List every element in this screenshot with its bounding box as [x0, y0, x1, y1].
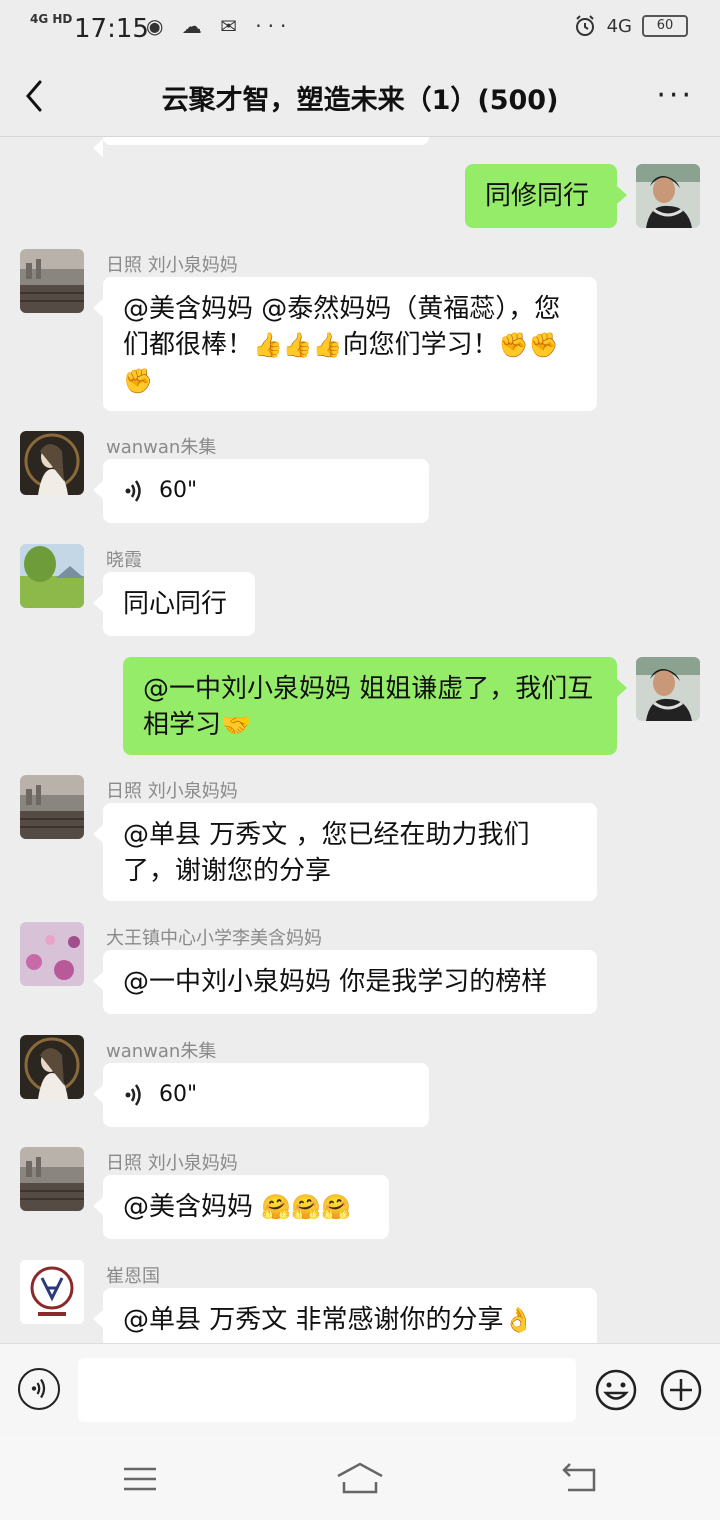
voice-duration: 60" — [159, 478, 198, 503]
voice-message-bubble[interactable]: 60" — [93, 1063, 429, 1127]
chat-header: 云聚才智，塑造未来（1）(500) ··· — [0, 56, 720, 137]
avatar[interactable] — [636, 657, 700, 721]
home-icon[interactable] — [334, 1460, 386, 1496]
voice-wave-icon — [31, 1378, 46, 1399]
avatar[interactable] — [20, 922, 84, 986]
message-bubble[interactable]: @一中刘小泉妈妈 姐姐谦虚了，我们互相学习🤝 — [123, 657, 627, 755]
message-list[interactable]: 同修同行 日照 刘小泉妈妈 @美含妈妈 @泰然妈妈（黄福蕊），您们都很棒！👍👍👍… — [0, 137, 720, 1343]
message-text: 同心同行 — [123, 589, 228, 619]
menu-icon[interactable] — [122, 1466, 158, 1492]
avatar[interactable] — [20, 1260, 84, 1324]
back-icon[interactable] — [560, 1462, 600, 1494]
sender-name: 日照 刘小泉妈妈 — [106, 1153, 238, 1174]
voice-wave-icon — [125, 480, 141, 502]
message-text: 同修同行 — [485, 181, 590, 211]
message-bubble[interactable]: 同修同行 — [465, 164, 627, 228]
network-indicator: 4G HD — [30, 12, 73, 26]
avatar[interactable] — [636, 164, 700, 228]
message-text: @一中刘小泉妈妈 姐姐谦虚了，我们互相学习 — [143, 674, 594, 740]
sender-name: 日照 刘小泉妈妈 — [106, 255, 238, 276]
hugging-emoji: 🤗🤗🤗 — [261, 1193, 351, 1221]
clock: 17:15 — [74, 14, 149, 44]
message-text: @单县 万秀文 ，您已经在助力我们了，谢谢您的分享 — [123, 820, 530, 886]
add-attachment-icon[interactable] — [659, 1368, 703, 1412]
message-bubble[interactable]: @单县 万秀文 ，您已经在助力我们了，谢谢您的分享 — [93, 803, 597, 901]
message-bubble[interactable]: 同心同行 — [93, 572, 255, 636]
voice-input-button[interactable] — [18, 1368, 60, 1410]
voice-duration: 60" — [159, 1082, 198, 1107]
chat-title: 云聚才智，塑造未来（1）(500) — [161, 85, 559, 116]
voice-wave-icon — [125, 1084, 141, 1106]
status-bar: 4G HD 17:15 ◉ ☁ ✉ ··· 4G 60 — [0, 0, 720, 56]
avatar[interactable] — [20, 1035, 84, 1099]
cellular-indicator: 4G — [606, 15, 632, 37]
sender-name: 崔恩国 — [106, 1266, 160, 1287]
message-text: @单县 万秀文 非常感谢你的分享 — [123, 1305, 504, 1335]
message-input[interactable] — [78, 1358, 576, 1422]
avatar[interactable] — [20, 249, 84, 313]
message-text: @一中刘小泉妈妈 你是我学习的榜样 — [123, 967, 548, 997]
partial-message-bubble[interactable] — [93, 137, 429, 157]
avatar[interactable] — [20, 775, 84, 839]
sender-name: 日照 刘小泉妈妈 — [106, 781, 238, 802]
thumbs-up-emoji: 👍👍👍 — [253, 331, 343, 359]
more-options-icon[interactable]: ··· — [656, 78, 694, 113]
message-bubble[interactable]: @美含妈妈 🤗🤗🤗 — [93, 1175, 389, 1239]
message-text: @美含妈妈 — [123, 1192, 262, 1222]
message-bubble[interactable]: @单县 万秀文 非常感谢你的分享👌 — [93, 1288, 597, 1343]
sender-name: wanwan朱集 — [106, 437, 217, 458]
sender-name: 大王镇中心小学李美含妈妈 — [106, 928, 322, 949]
input-bar — [0, 1343, 720, 1436]
ok-hand-emoji: 👌 — [503, 1306, 534, 1334]
message-bubble[interactable]: @一中刘小泉妈妈 你是我学习的榜样 — [93, 950, 597, 1014]
emoji-button-icon[interactable] — [594, 1368, 638, 1412]
system-navigation-bar — [0, 1436, 720, 1520]
avatar[interactable] — [20, 1147, 84, 1211]
avatar[interactable] — [20, 544, 84, 608]
voice-message-bubble[interactable]: 60" — [93, 459, 429, 523]
avatar[interactable] — [20, 431, 84, 495]
sender-name: 晓霞 — [106, 550, 142, 571]
battery-icon: 60 — [642, 15, 688, 37]
alarm-icon — [575, 15, 594, 36]
notification-icons: ◉ ☁ ✉ ··· — [146, 14, 293, 38]
message-text-continued: 向您们学习！ — [342, 330, 499, 360]
handshake-emoji: 🤝 — [221, 711, 251, 739]
sender-name: wanwan朱集 — [106, 1041, 217, 1062]
message-bubble[interactable]: @美含妈妈 @泰然妈妈（黄福蕊），您们都很棒！👍👍👍向您们学习！✊✊✊ — [93, 277, 597, 411]
